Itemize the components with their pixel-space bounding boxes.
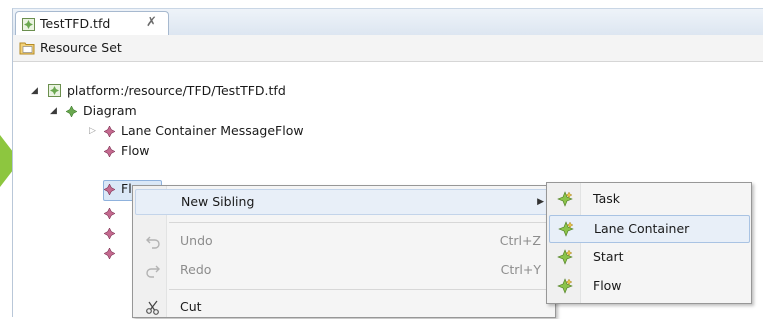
create-element-icon <box>557 191 574 208</box>
menu-item-label: New Sibling <box>181 194 255 209</box>
menu-separator <box>169 289 549 290</box>
create-element-icon <box>557 249 574 266</box>
tree-label-resource: platform:/resource/TFD/TestTFD.tfd <box>67 83 286 98</box>
editor-tab-bar: TestTFD.tfd ✗ <box>13 9 763 36</box>
tree-label-lane-container: Lane Container MessageFlow <box>121 123 304 138</box>
element-icon <box>104 228 115 239</box>
submenu-item-label: Lane Container <box>594 221 690 236</box>
tfd-file-icon <box>48 84 61 97</box>
context-menu: New Sibling ▶ Undo Ctrl+Z Redo Ctrl+Y Cu… <box>132 185 556 318</box>
submenu-item-task[interactable]: Task <box>549 186 748 212</box>
collapsed-twisty-icon[interactable]: ▷ <box>89 121 99 141</box>
resource-set-icon <box>19 42 35 55</box>
menu-item-cut[interactable]: Cut <box>135 295 553 319</box>
submenu-item-label: Flow <box>593 278 622 293</box>
create-element-icon <box>558 221 575 238</box>
undo-icon <box>146 236 160 249</box>
tree-label-flow-selected: Fl <box>121 181 132 196</box>
redo-icon <box>146 265 160 278</box>
close-icon[interactable]: ✗ <box>146 15 157 30</box>
menu-item-label: Cut <box>180 299 202 314</box>
submenu-item-start[interactable]: Start <box>549 244 748 270</box>
tree-label-diagram: Diagram <box>83 103 137 118</box>
menu-item-label: Redo <box>180 262 212 277</box>
menu-item-accelerator: Ctrl+Y <box>500 262 541 277</box>
tree-label-flow: Flow <box>121 143 150 158</box>
element-icon <box>104 248 115 259</box>
submenu-item-label: Start <box>593 249 624 264</box>
submenu-item-flow[interactable]: Flow <box>549 273 748 299</box>
menu-item-redo[interactable]: Redo Ctrl+Y <box>135 258 553 282</box>
menu-item-undo[interactable]: Undo Ctrl+Z <box>135 229 553 253</box>
element-icon <box>104 126 115 137</box>
element-icon <box>104 208 115 219</box>
new-sibling-submenu: Task Lane Container Start Flow <box>546 182 752 304</box>
submenu-arrow-icon: ▶ <box>537 197 544 207</box>
tfd-file-icon <box>22 18 35 31</box>
cut-icon <box>146 300 159 315</box>
resource-set-label: Resource Set <box>40 40 122 55</box>
menu-separator <box>169 222 549 223</box>
expanded-twisty-icon[interactable]: ◢ <box>50 101 60 121</box>
menu-item-new-sibling[interactable]: New Sibling ▶ <box>135 189 555 215</box>
element-icon <box>104 184 115 195</box>
submenu-item-label: Task <box>593 191 620 206</box>
element-icon <box>104 146 115 157</box>
expanded-twisty-icon[interactable]: ◢ <box>31 81 41 101</box>
create-element-icon <box>557 278 574 295</box>
editor-tab-title: TestTFD.tfd <box>40 16 111 31</box>
menu-item-accelerator: Ctrl+Z <box>499 233 541 248</box>
editor-tab[interactable]: TestTFD.tfd ✗ <box>15 11 169 36</box>
submenu-item-lane-container[interactable]: Lane Container <box>549 215 750 243</box>
menu-item-label: Undo <box>180 233 213 248</box>
diagram-icon <box>66 106 77 117</box>
resource-set-header: Resource Set <box>13 35 763 62</box>
